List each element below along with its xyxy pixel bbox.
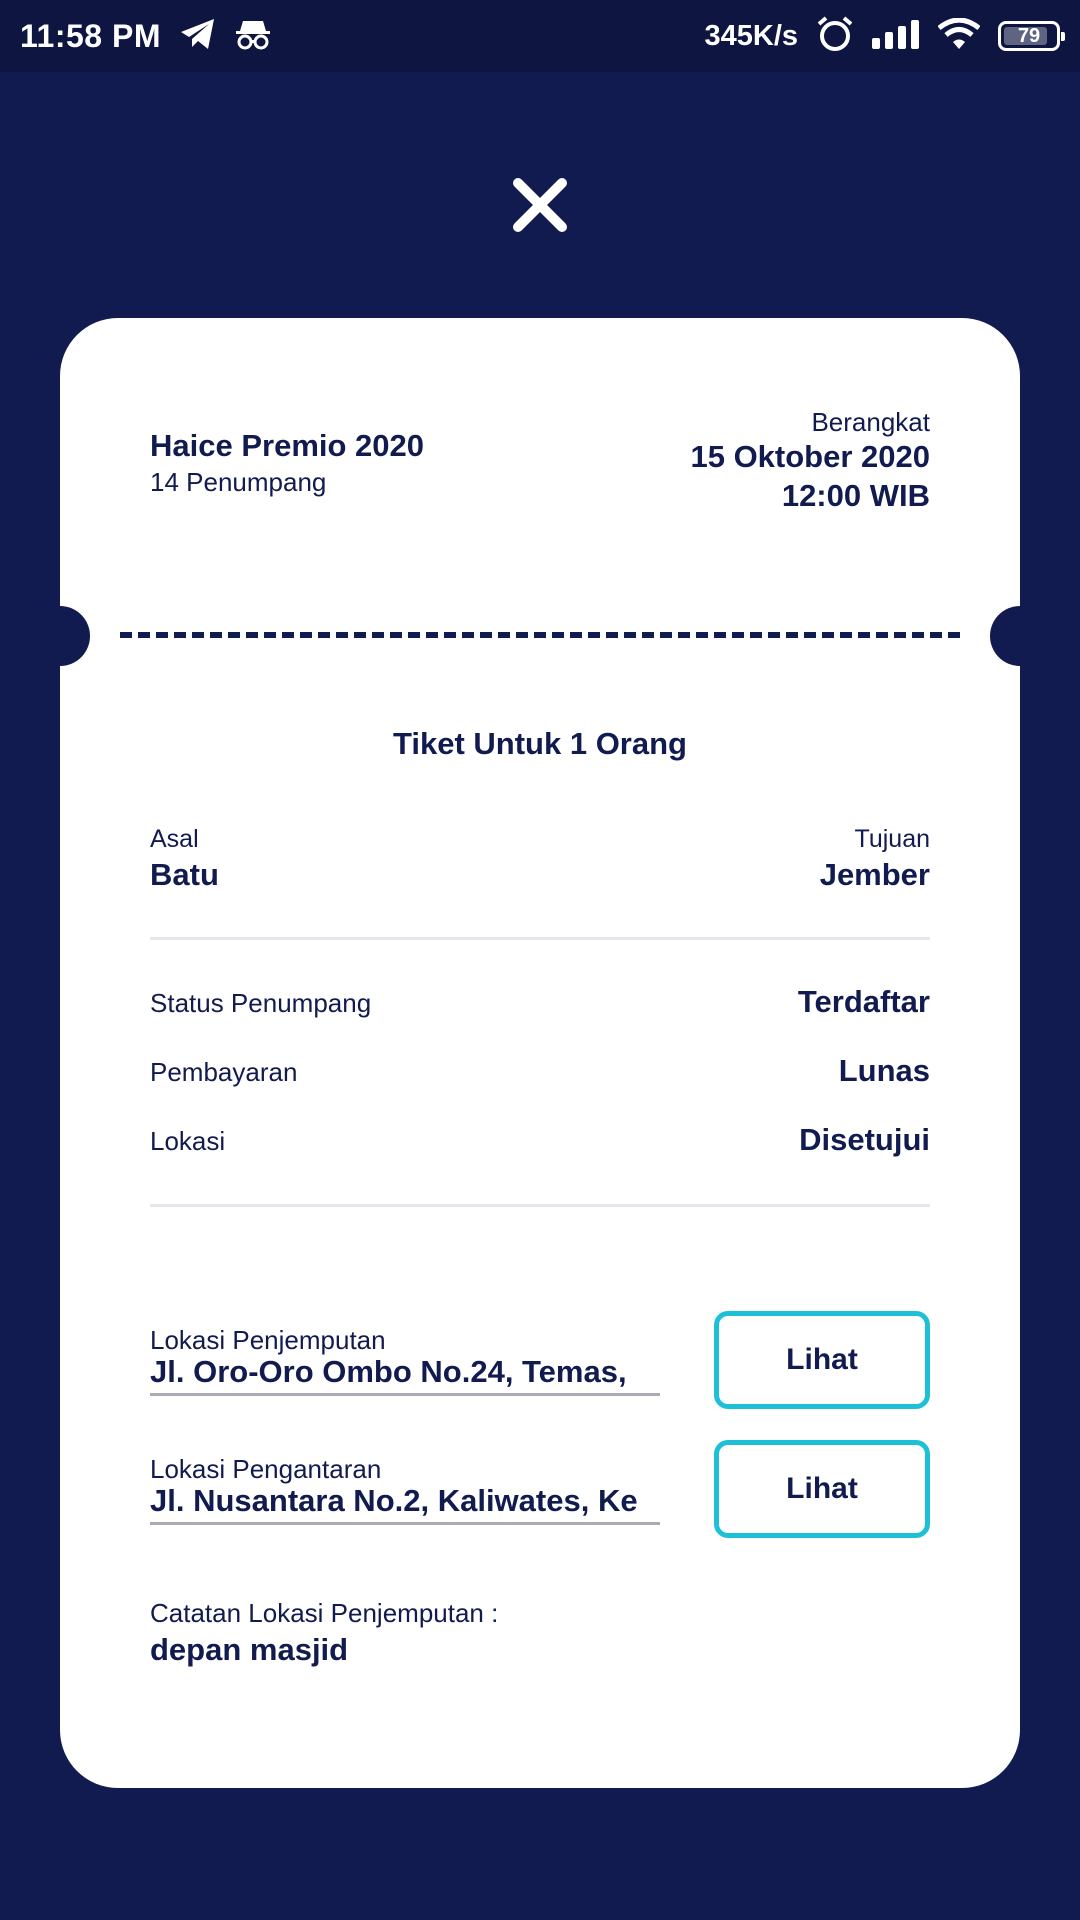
battery-icon: 79: [998, 21, 1065, 51]
location-status-value: Disetujui: [799, 1122, 930, 1157]
status-bar: 11:58 PM 345K/s 79: [0, 0, 1080, 72]
origin-label: Asal: [150, 825, 199, 853]
passenger-status-label: Status Penumpang: [150, 988, 372, 1018]
ticket-notch-right: [990, 606, 1050, 666]
pickup-note-label: Catatan Lokasi Penjemputan :: [150, 1598, 499, 1628]
passenger-status-value: Terdaftar: [797, 984, 930, 1019]
payment-label: Pembayaran: [150, 1057, 298, 1087]
departure-date: 15 Oktober 2020: [690, 439, 930, 474]
battery-level: 79: [1017, 24, 1041, 47]
network-speed: 345K/s: [704, 19, 798, 52]
departure-label: Berangkat: [811, 407, 930, 437]
close-icon: [513, 178, 567, 232]
view-dropoff-button[interactable]: Lihat: [714, 1440, 930, 1538]
status-time: 11:58 PM: [20, 17, 161, 54]
ticket-title: Tiket Untuk 1 Orang: [393, 726, 687, 761]
divider: [150, 1204, 930, 1207]
signal-icon: [872, 19, 920, 54]
status-bar-left: 11:58 PM: [20, 17, 271, 56]
departure-time: 12:00 WIB: [781, 478, 930, 513]
incognito-icon: [235, 17, 271, 56]
destination-label: Tujuan: [854, 825, 930, 853]
dropoff-location-label: Lokasi Pengantaran: [150, 1454, 382, 1484]
close-button[interactable]: [510, 175, 570, 235]
view-pickup-button[interactable]: Lihat: [714, 1311, 930, 1409]
location-status-label: Lokasi: [150, 1126, 226, 1156]
pickup-location-value: Jl. Oro-Oro Ombo No.24, Temas,: [150, 1354, 660, 1396]
origin-value: Batu: [150, 857, 219, 892]
telegram-icon: [179, 17, 217, 56]
wifi-icon: [937, 17, 981, 55]
vehicle-name: Haice Premio 2020: [150, 428, 425, 463]
passenger-count: 14 Penumpang: [150, 467, 327, 497]
pickup-location-label: Lokasi Penjemputan: [150, 1325, 386, 1355]
alarm-icon: [816, 15, 854, 58]
payment-value: Lunas: [838, 1053, 930, 1088]
status-bar-right: 345K/s 79: [704, 15, 1065, 58]
pickup-note-value: depan masjid: [150, 1632, 349, 1667]
destination-value: Jember: [819, 857, 930, 892]
ticket-notch-left: [30, 606, 90, 666]
ticket-perforation: [120, 632, 960, 638]
dropoff-location-value: Jl. Nusantara No.2, Kaliwates, Ke: [150, 1483, 660, 1525]
divider: [150, 937, 930, 940]
